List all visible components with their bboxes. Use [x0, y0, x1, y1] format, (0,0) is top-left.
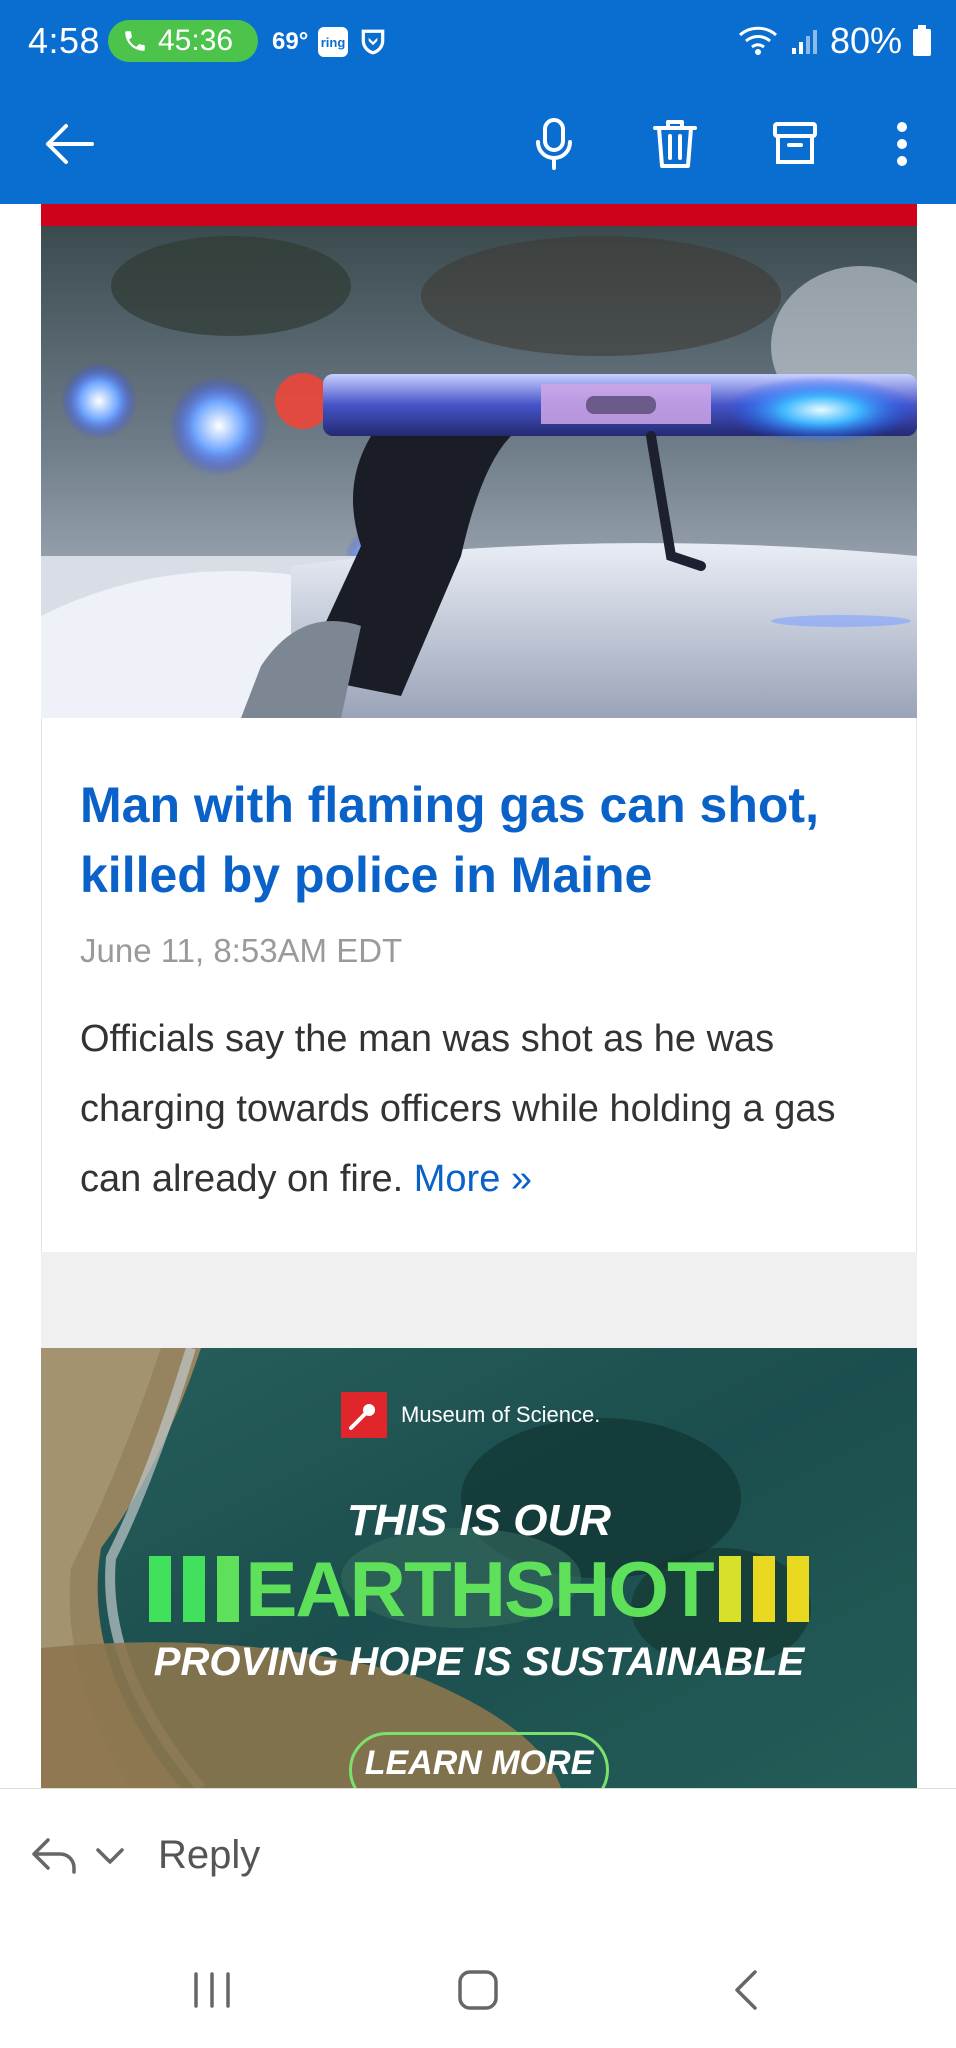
battery-icon — [913, 25, 931, 56]
green-bar-icon — [149, 1556, 172, 1622]
more-vert-icon — [897, 122, 907, 166]
email-body[interactable]: Man with flaming gas can shot, killed by… — [0, 204, 956, 1788]
learn-more-label: LEARN MORE — [364, 1743, 594, 1782]
green-bar-icon — [183, 1556, 206, 1622]
nav-back-icon — [735, 1970, 757, 2010]
recents-icon — [194, 1972, 230, 2008]
museum-logo-icon — [341, 1392, 387, 1438]
back-arrow-icon — [46, 124, 94, 164]
ad-headline-top: THIS IS OUR — [346, 1496, 612, 1545]
ad-headline-main: EARTHSHOT — [41, 1544, 917, 1635]
reply-button[interactable]: Reply — [30, 1833, 260, 1878]
message-toolbar — [0, 82, 956, 204]
voice-button[interactable] — [522, 112, 586, 176]
trash-icon — [653, 120, 697, 168]
more-options-button[interactable] — [870, 112, 934, 176]
home-button[interactable] — [438, 1960, 518, 2020]
phone-icon — [125, 31, 145, 51]
battery-percent: 80% — [829, 20, 902, 61]
wifi-icon — [738, 26, 777, 55]
back-button[interactable] — [38, 112, 102, 176]
ad-earthshot-word: EARTHSHOT — [245, 1545, 714, 1633]
ad-sponsor: Museum of Science. — [341, 1392, 600, 1438]
article-summary: Officials say the man was shot as he was… — [80, 1004, 890, 1214]
nav-back-button[interactable] — [706, 1960, 786, 2020]
learn-more-button[interactable]: LEARN MORE — [349, 1732, 609, 1788]
status-time: 4:58 — [28, 20, 101, 61]
green-bar-icon — [217, 1556, 240, 1622]
yellow-bar-icon — [752, 1556, 775, 1622]
reply-label: Reply — [158, 1833, 261, 1877]
archive-button[interactable] — [763, 112, 827, 176]
call-timer: 45:36 — [158, 24, 234, 57]
ad-sponsor-name: Museum of Science. — [401, 1402, 601, 1427]
weather-temperature: 69° — [272, 28, 309, 55]
article-headline[interactable]: Man with flaming gas can shot, killed by… — [80, 770, 880, 910]
chevron-down-icon[interactable] — [94, 1846, 126, 1866]
home-icon — [458, 1970, 498, 2010]
delete-button[interactable] — [643, 112, 707, 176]
newsletter-accent-bar — [41, 204, 917, 226]
museum-ad-banner[interactable]: Museum of Science. THIS IS OUR EARTHSHOT… — [41, 1348, 917, 1788]
ring-app-icon: ring — [318, 27, 348, 57]
status-bar: 4:58 45:36 69° ring 80% — [0, 0, 956, 82]
status-right-cluster: 80% — [738, 20, 932, 62]
cell-signal-icon — [791, 30, 817, 54]
recents-button[interactable] — [172, 1960, 252, 2020]
microphone-icon — [536, 118, 572, 170]
ad-tagline: PROVING HOPE IS SUSTAINABLE — [153, 1640, 805, 1684]
yellow-bar-icon — [786, 1556, 809, 1622]
article-date: June 11, 8:53AM EDT — [80, 932, 403, 969]
system-nav-bar — [0, 1932, 956, 2048]
ongoing-call-pill[interactable]: 45:36 — [108, 20, 258, 62]
section-spacer — [41, 1252, 917, 1348]
reply-bar: Reply — [0, 1788, 956, 1932]
shield-icon — [361, 29, 385, 55]
article-hero-image[interactable] — [41, 226, 917, 718]
archive-icon — [773, 122, 817, 164]
police-lightbar-image — [41, 226, 917, 718]
more-link[interactable]: More » — [414, 1158, 532, 1200]
reply-arrow-icon — [32, 1837, 76, 1874]
yellow-bar-icon — [718, 1556, 741, 1622]
